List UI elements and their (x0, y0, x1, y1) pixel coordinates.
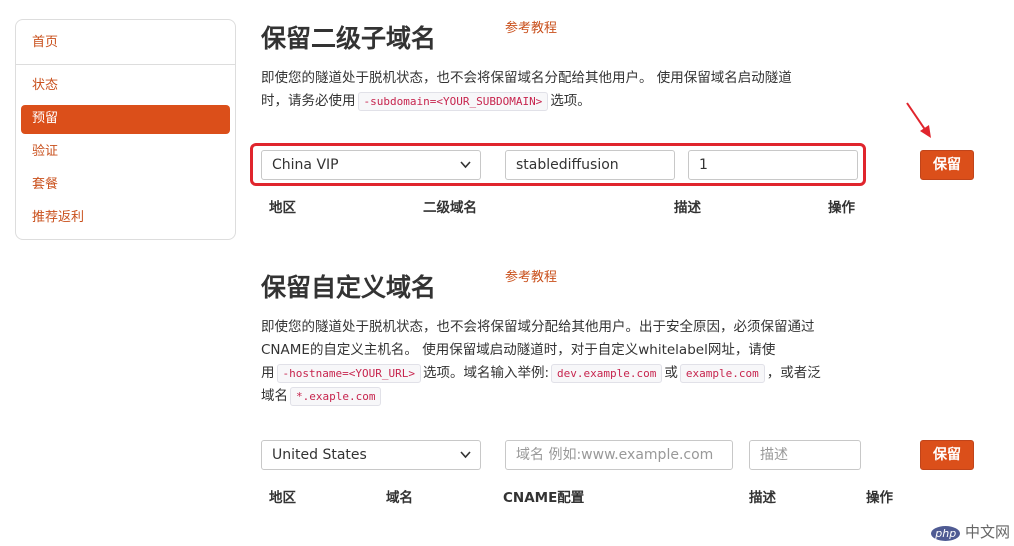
sidebar-item-reserve[interactable]: 预留 (21, 105, 230, 134)
example-code-dev: dev.example.com (551, 364, 663, 383)
sidebar-home-row: 首页 (16, 20, 235, 65)
chevron-down-icon (459, 442, 472, 478)
chevron-down-icon (459, 152, 472, 188)
sidebar-nav: 首页 状态 预留 验证 套餐 推荐返利 (15, 19, 236, 240)
sidebar-item-plans[interactable]: 套餐 (32, 176, 58, 194)
arrow-annotation-icon (906, 102, 931, 138)
sidebar-item-status[interactable]: 状态 (32, 77, 58, 95)
sidebar-item-verify[interactable]: 验证 (32, 143, 58, 161)
region-select[interactable]: China VIP (261, 150, 481, 180)
sidebar-item-home[interactable]: 首页 (32, 34, 58, 52)
column-header-description: 描述 (674, 200, 701, 216)
subdomain-flag-code: -subdomain=<YOUR_SUBDOMAIN> (357, 92, 549, 111)
column-header-region: 地区 (269, 200, 296, 216)
site-watermark: php 中文网 (931, 521, 1010, 542)
column-header-region: 地区 (269, 490, 296, 506)
custom-domain-description: 即使您的隧道处于脱机状态，也不会将保留域分配给其他用户。出于安全原因，必须保留通… (261, 319, 821, 406)
example-code-root: example.com (679, 364, 765, 383)
subdomain-section-title: 保留二级子域名 (261, 24, 437, 53)
column-header-description: 描述 (749, 490, 776, 506)
column-header-subdomain: 二级域名 (423, 200, 477, 216)
hostname-flag-code: -hostname=<YOUR_URL> (276, 364, 421, 383)
subdomain-input[interactable]: stablediffusion (505, 150, 675, 180)
php-logo-icon: php (931, 526, 961, 541)
custom-region-select[interactable]: United States (261, 440, 481, 470)
subdomain-reference-link[interactable]: 参考教程 (505, 21, 557, 37)
column-header-action: 操作 (828, 200, 855, 216)
subdomain-description: 即使您的隧道处于脱机状态，也不会将保留域名分配给其他用户。 使用保留域名启动隧道… (261, 70, 792, 111)
custom-domain-section-title: 保留自定义域名 (261, 273, 437, 302)
sidebar-item-reserve-label: 预留 (32, 111, 59, 126)
column-header-action: 操作 (866, 490, 893, 506)
custom-domain-reference-link[interactable]: 参考教程 (505, 270, 557, 286)
save-custom-domain-button[interactable]: 保留 (920, 440, 974, 470)
column-header-domain: 域名 (386, 490, 413, 506)
custom-domain-input[interactable]: 域名 例如:www.example.com (505, 440, 733, 470)
custom-description-input[interactable]: 描述 (749, 440, 861, 470)
subdomain-description-input[interactable]: 1 (688, 150, 858, 180)
sidebar-item-referral[interactable]: 推荐返利 (32, 209, 84, 227)
example-code-wildcard: *.exaple.com (290, 387, 382, 406)
save-subdomain-button[interactable]: 保留 (920, 150, 974, 180)
column-header-cname: CNAME配置 (503, 490, 585, 506)
